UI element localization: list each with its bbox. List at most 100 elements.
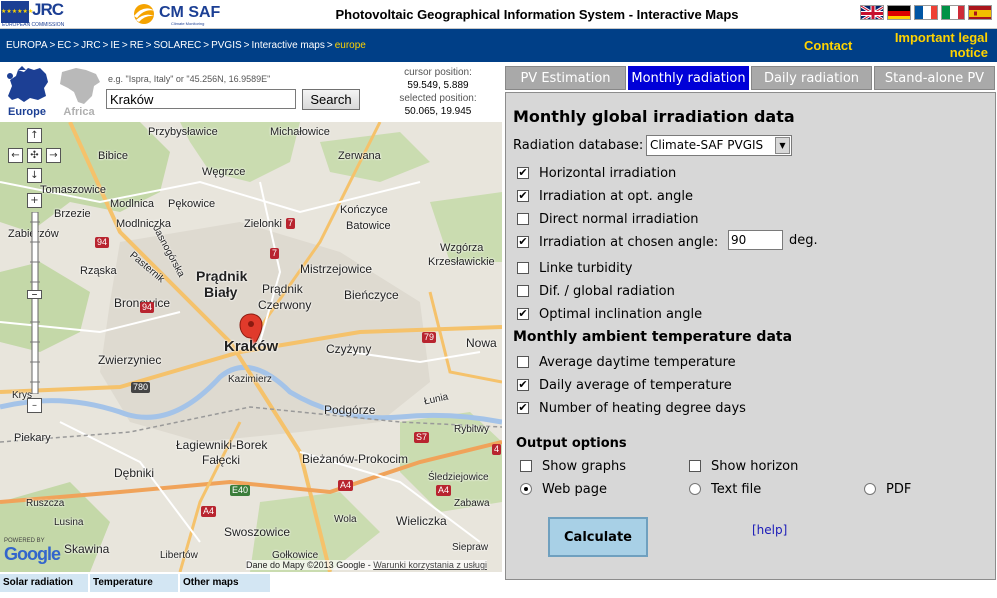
header: ★★★★★★ JRC EUROPEAN COMMISSION CM SAF Cl… [0, 0, 997, 29]
breadcrumb-separator: > [102, 40, 109, 51]
radiation-database-label: Radiation database: [513, 138, 644, 153]
zoom-slider-track[interactable] [27, 212, 43, 394]
average-daytime-temperature-checkbox[interactable] [517, 356, 529, 368]
de-flag-icon[interactable] [887, 5, 911, 20]
chosen-angle-input[interactable] [728, 230, 783, 250]
diffuse-global-checkbox[interactable] [517, 285, 529, 297]
breadcrumb-jrc[interactable]: JRC [81, 40, 100, 51]
map-label-falecki: Fałęcki [202, 453, 241, 467]
cmsaf-logo-subtitle: Climate Monitoring [171, 21, 205, 26]
breadcrumb-ec[interactable]: EC [57, 40, 71, 51]
es-flag-icon[interactable] [968, 5, 992, 20]
breadcrumb-re[interactable]: RE [130, 40, 144, 51]
option-label: Show horizon [711, 459, 799, 474]
show-horizon-checkbox[interactable] [689, 460, 701, 472]
pan-center-button[interactable]: ✣ [27, 148, 42, 163]
map-terms-link[interactable]: Warunki korzystania z usługi [373, 560, 487, 570]
map-label-zabawa: Zabawa [454, 498, 490, 509]
radiation-database-value: Climate-SAF PVGIS [650, 138, 764, 152]
web-page-radio[interactable] [520, 483, 532, 495]
contact-link[interactable]: Contact [804, 38, 852, 53]
radiation-database-select[interactable]: Climate-SAF PVGIS ▼ [646, 135, 792, 156]
map-type-tabs: Solar radiation Temperature Other maps [0, 574, 270, 592]
pan-left-button[interactable]: ← [8, 148, 23, 163]
road-sign-s7: S7 [414, 432, 430, 443]
search-area: Europe Africa e.g. "Ispra, Italy" or "45… [0, 62, 502, 122]
map-label-wola: Wola [334, 514, 357, 525]
option-label: Direct normal irradiation [539, 212, 699, 227]
africa-map-button[interactable]: Africa [56, 66, 102, 118]
interactive-map[interactable]: Przybysławice Michałowice Bibice Zerwana… [0, 122, 502, 572]
breadcrumb-pvgis[interactable]: PVGIS [211, 40, 242, 51]
tab-daily-radiation[interactable]: Daily radiation [751, 66, 872, 90]
zoom-out-button[interactable]: – [27, 398, 42, 413]
opt-angle-irradiation-checkbox[interactable]: ✔ [517, 190, 529, 202]
text-file-radio[interactable] [689, 483, 701, 495]
europe-map-icon [7, 66, 48, 102]
breadcrumb-ie[interactable]: IE [110, 40, 119, 51]
cmsaf-logo: CM SAF Climate Monitoring [131, 2, 223, 26]
zoom-slider-handle[interactable]: – [27, 288, 42, 300]
road-sign-7: 7 [286, 218, 296, 229]
chosen-angle-irradiation-checkbox[interactable]: ✔ [517, 236, 529, 248]
daily-average-temperature-checkbox[interactable]: ✔ [517, 379, 529, 391]
it-flag-icon[interactable] [941, 5, 965, 20]
direct-normal-irradiation-checkbox[interactable] [517, 213, 529, 225]
tab-solar-radiation[interactable]: Solar radiation [0, 574, 88, 592]
pdf-radio[interactable] [864, 483, 876, 495]
option-label: Irradiation at opt. angle [539, 189, 693, 204]
road-sign-7: 7 [270, 248, 280, 259]
map-label-wieliczka: Wieliczka [396, 514, 447, 528]
optimal-inclination-checkbox[interactable]: ✔ [517, 308, 529, 320]
search-hint: e.g. "Ispra, Italy" or "45.256N, 16.9589… [108, 74, 271, 84]
option-label: Show graphs [542, 459, 627, 474]
legal-notice-link[interactable]: Important legal notice [880, 30, 988, 60]
map-label-pradnik-bialy-2: Biały [204, 284, 238, 300]
map-label-libertow: Libertów [160, 550, 198, 561]
map-label-pradnik-czerwony-2: Czerwony [258, 298, 312, 312]
map-label-tomaszowice: Tomaszowice [40, 184, 107, 196]
map-label-przybyslawice: Przybysławice [148, 126, 218, 138]
breadcrumb-interactive-maps[interactable]: Interactive maps [252, 40, 325, 51]
zoom-in-button[interactable]: + [27, 193, 42, 208]
breadcrumb-europa[interactable]: EUROPA [6, 40, 48, 51]
linke-turbidity-checkbox[interactable] [517, 262, 529, 274]
tab-other-maps[interactable]: Other maps [180, 574, 270, 592]
location-search-input[interactable] [106, 89, 296, 109]
jrc-logo-text: JRC [32, 0, 64, 19]
tool-tabs: PV Estimation Monthly radiation Daily ra… [505, 66, 995, 90]
option-label: Daily average of temperature [539, 378, 732, 393]
map-label-kazimierz: Kazimierz [228, 374, 272, 385]
map-attribution: Dane do Mapy ©2013 Google - Warunki korz… [246, 560, 487, 570]
map-label-zielonki: Zielonki [244, 218, 282, 230]
tab-stand-alone-pv[interactable]: Stand-alone PV [874, 66, 995, 90]
calculate-button[interactable]: Calculate [548, 517, 648, 557]
google-logo: POWERED BY Google [4, 538, 61, 565]
option-label: Dif. / global radiation [539, 284, 675, 299]
map-label-podgorze: Podgórze [324, 403, 376, 417]
map-label-sledziejowice: Śledziejowice [428, 472, 489, 483]
horizontal-irradiation-checkbox[interactable]: ✔ [517, 167, 529, 179]
search-button[interactable]: Search [302, 89, 360, 110]
map-label-mistrzejowice: Mistrzejowice [300, 262, 373, 276]
nav-bar: EUROPA > EC > JRC > IE > RE > SOLAREC > PVGIS > Intera… [0, 29, 997, 62]
help-link[interactable]: [help] [752, 523, 787, 537]
europe-label: Europe [8, 106, 46, 118]
show-graphs-checkbox[interactable] [520, 460, 532, 472]
heating-degree-days-checkbox[interactable]: ✔ [517, 402, 529, 414]
map-label-rybitwy: Rybitwy [454, 424, 490, 435]
tab-pv-estimation[interactable]: PV Estimation [505, 66, 626, 90]
pan-down-button[interactable]: ↓ [27, 168, 42, 183]
fr-flag-icon[interactable] [914, 5, 938, 20]
option-label: Irradiation at chosen angle: [539, 235, 719, 250]
map-label-ruszcza: Ruszcza [26, 498, 65, 509]
breadcrumb: EUROPA > EC > JRC > IE > RE > SOLAREC > PVGIS > Intera… [6, 40, 366, 51]
europe-map-button[interactable]: Europe [4, 66, 50, 118]
pan-up-button[interactable]: ↑ [27, 128, 42, 143]
tab-temperature[interactable]: Temperature [90, 574, 178, 592]
pan-right-button[interactable]: → [46, 148, 61, 163]
road-sign-79: 79 [422, 332, 437, 343]
gb-flag-icon[interactable] [860, 5, 884, 20]
tab-monthly-radiation[interactable]: Monthly radiation [628, 66, 749, 90]
breadcrumb-solarec[interactable]: SOLAREC [153, 40, 201, 51]
